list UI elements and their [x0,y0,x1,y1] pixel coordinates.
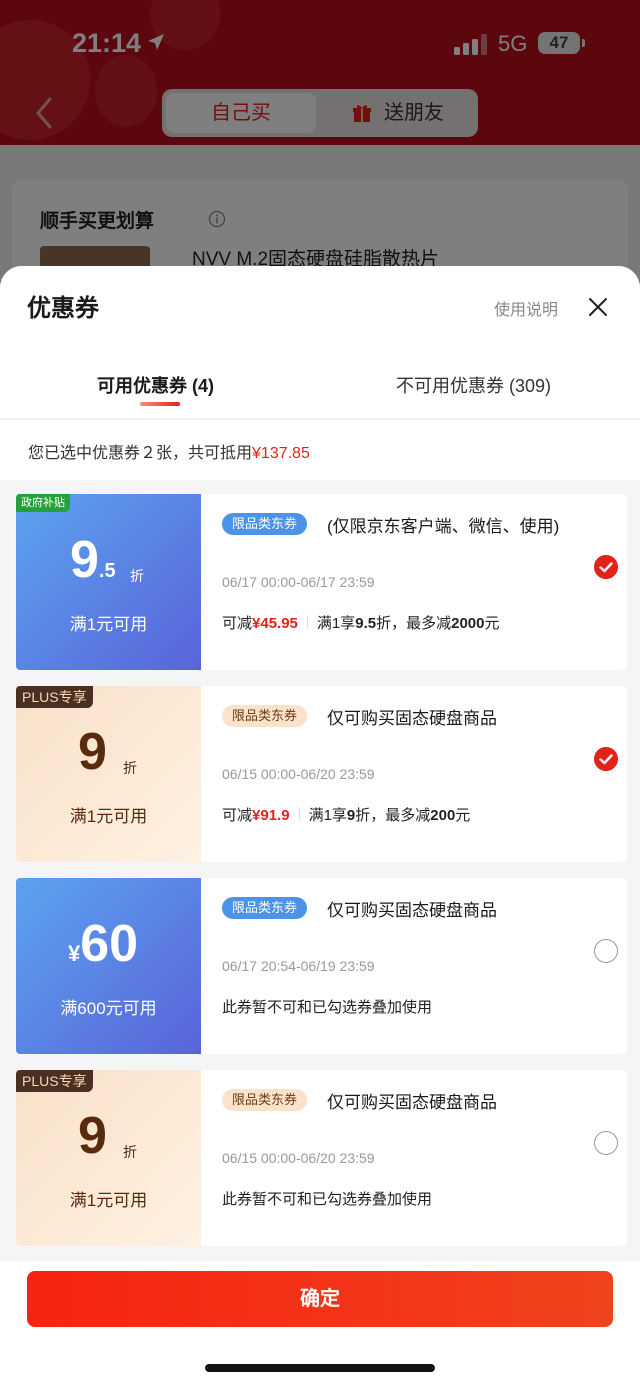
confirm-button[interactable]: 确定 [27,1271,613,1327]
sheet-title: 优惠券 [27,295,99,322]
coupon-condition: 满600元可用 [60,999,157,1018]
coupon-detail: 此券暂不可和已勾选券叠加使用 [222,999,433,1016]
checked-icon[interactable] [594,555,618,579]
footer-bar: 确定 [0,1261,640,1387]
detail-prefix: 可减 [222,807,253,824]
coupon-value-panel: PLUS专享 9 折 满1元可用 [16,1070,201,1246]
gov-subsidy-tag: 政府补贴 [16,494,70,512]
coupon-scope: 仅可购买固态硬盘商品 [327,901,497,920]
detail-rule-rate: 9.5 [355,615,377,632]
coupon-card[interactable]: 政府补贴 9.5 折 满1元可用 限品类东券 (仅限京东客户端、微信、使用) 0… [16,494,627,670]
tab-available-coupons[interactable]: 可用优惠券 (4) [97,372,214,398]
coupon-card[interactable]: PLUS专享 9 折 满1元可用 限品类东券 仅可购买固态硬盘商品 06/15 … [16,686,627,862]
coupon-edge [16,1078,20,1238]
coupon-validity: 06/15 00:00-06/20 23:59 [222,766,375,782]
category-badge: 限品类东券 [222,705,308,727]
coupon-scope: 仅可购买固态硬盘商品 [327,709,497,728]
detail-rule-end: 元 [455,807,471,824]
detail-rule-max: 200 [430,807,456,824]
close-icon[interactable] [587,296,609,318]
coupon-amount: ¥60 [68,914,138,984]
coupon-edge [16,502,20,662]
coupon-detail: 可减¥45.95 满1享9.5折，最多减2000元 [222,612,500,633]
coupon-edge [16,886,20,1046]
coupon-detail: 此券暂不可和已勾选券叠加使用 [222,1191,433,1208]
coupon-scope: 仅可购买固态硬盘商品 [327,1093,497,1112]
detail-prefix: 可减 [222,615,253,632]
tab-unavailable-coupons[interactable]: 不可用优惠券 (309) [396,372,551,398]
amount-value: 60 [80,915,139,973]
selection-summary: 您已选中优惠券２张，共可抵用¥137.85 [0,419,640,480]
detail-rule: 满1享 [308,807,347,824]
detail-rule-mid: 折，最多减 [376,615,452,632]
sheet-header: 优惠券 使用说明 可用优惠券 (4) 不可用优惠券 (309) [0,266,640,418]
checked-icon[interactable] [594,747,618,771]
coupon-detail: 可减¥91.9 满1享9折，最多减200元 [222,804,470,825]
coupon-scope: (仅限京东客户端、微信、使用) [327,517,560,536]
unchecked-circle-icon[interactable] [594,1131,618,1155]
divider [306,615,308,629]
coupon-info-panel: 限品类东券 仅可购买固态硬盘商品 06/15 00:00-06/20 23:59… [201,1070,627,1246]
home-indicator[interactable] [205,1364,435,1372]
summary-text: 您已选中优惠券２张，共可抵用¥137.85 [28,439,310,463]
detail-amount: ¥91.9 [252,807,290,824]
discount-main: 9 [70,531,99,589]
discount-unit: 折 [123,1144,137,1160]
category-badge: 限品类东券 [222,1089,308,1111]
detail-amount: ¥45.95 [252,615,298,632]
discount-fraction: .5 [98,560,116,582]
coupon-value-panel: PLUS专享 9 折 满1元可用 [16,686,201,862]
detail-rule-mid: 折，最多减 [355,807,431,824]
coupon-value-panel: 政府补贴 9.5 折 满1元可用 [16,494,201,670]
coupon-value-panel: ¥60 满600元可用 [16,878,201,1054]
detail-rule: 满1享 [316,615,356,632]
detail-rule-max: 2000 [451,615,485,632]
plus-exclusive-tag: PLUS专享 [16,686,93,708]
summary-amount: ¥137.85 [252,445,310,462]
coupon-condition: 满1元可用 [69,807,148,826]
category-badge: 限品类东券 [222,897,308,919]
coupon-card[interactable]: PLUS专享 9 折 满1元可用 限品类东券 仅可购买固态硬盘商品 06/15 … [16,1070,627,1246]
coupon-discount: 9.5 [70,530,116,601]
plus-exclusive-tag: PLUS专享 [16,1070,93,1092]
coupon-discount: 9 [78,1107,107,1165]
coupon-info-panel: 限品类东券 (仅限京东客户端、微信、使用) 06/17 00:00-06/17 … [201,494,627,670]
summary-prefix: 您已选中优惠券２张，共可抵用 [28,445,253,462]
detail-rule-end: 元 [484,615,500,632]
currency-symbol: ¥ [68,941,81,966]
coupon-validity: 06/17 00:00-06/17 23:59 [222,574,375,590]
coupon-sheet: 优惠券 使用说明 可用优惠券 (4) 不可用优惠券 (309) 您已选中优惠券２… [0,266,640,1387]
detail-rule-rate: 9 [346,807,356,824]
divider [298,807,300,821]
active-tab-indicator [140,402,180,406]
category-badge: 限品类东券 [222,513,308,535]
coupon-card[interactable]: ¥60 满600元可用 限品类东券 仅可购买固态硬盘商品 06/17 20:54… [16,878,627,1054]
discount-unit: 折 [130,568,144,584]
coupon-validity: 06/17 20:54-06/19 23:59 [222,958,375,974]
coupon-info-panel: 限品类东券 仅可购买固态硬盘商品 06/17 20:54-06/19 23:59… [201,878,627,1054]
usage-help-link[interactable]: 使用说明 [494,296,558,320]
coupon-info-panel: 限品类东券 仅可购买固态硬盘商品 06/15 00:00-06/20 23:59… [201,686,627,862]
coupon-condition: 满1元可用 [69,615,148,634]
unchecked-circle-icon[interactable] [594,939,618,963]
coupon-validity: 06/15 00:00-06/20 23:59 [222,1150,375,1166]
coupon-discount: 9 [78,723,107,781]
coupon-edge [16,694,20,854]
coupon-condition: 满1元可用 [69,1191,148,1210]
discount-unit: 折 [123,760,137,776]
